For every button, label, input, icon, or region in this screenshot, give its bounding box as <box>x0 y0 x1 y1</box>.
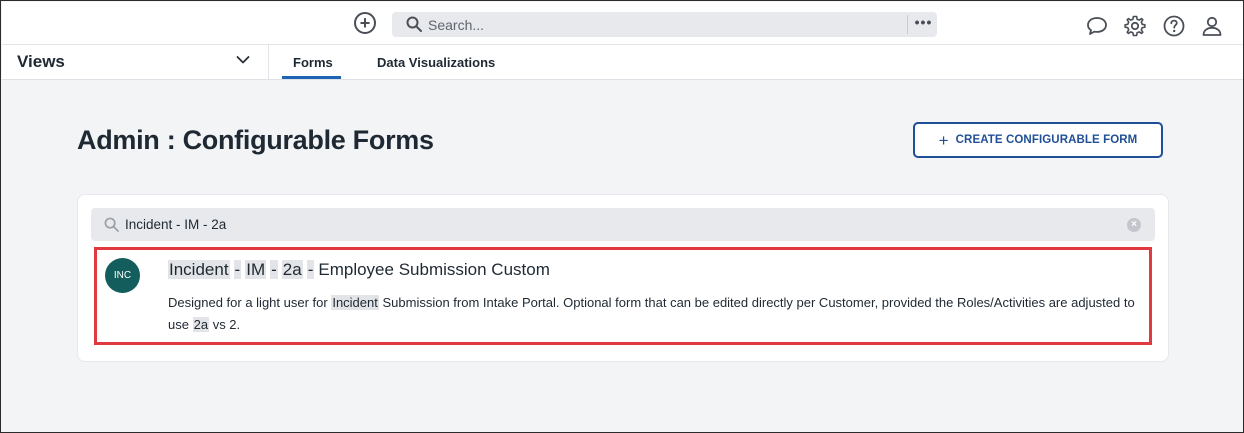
global-search: ••• <box>392 12 937 37</box>
clear-search-icon[interactable]: × <box>1127 218 1141 232</box>
search-divider <box>907 15 908 34</box>
desc-highlight: Incident <box>331 295 379 310</box>
title-highlight: Incident <box>168 260 230 279</box>
nav-bar: Views Forms Data Visualizations <box>2 45 1243 80</box>
add-icon[interactable]: + <box>354 12 376 34</box>
title-separator: - <box>233 260 242 279</box>
more-options-button[interactable]: ••• <box>910 12 937 37</box>
create-button-label: CREATE CONFIGURABLE FORM <box>955 134 1138 146</box>
title-highlight: 2a <box>281 260 303 279</box>
desc-text: Designed for a light user for <box>168 295 328 310</box>
active-tab-indicator <box>282 76 341 79</box>
avatar: INC <box>105 258 140 293</box>
tab-data-visualizations[interactable]: Data Visualizations <box>377 55 495 70</box>
title-highlight: IM <box>245 260 267 279</box>
views-label[interactable]: Views <box>17 52 65 72</box>
title-separator: - <box>306 260 315 279</box>
search-icon <box>104 217 119 232</box>
title-text: Employee Submission Custom <box>318 260 550 279</box>
forms-search-field[interactable]: Incident - IM - 2a × <box>91 208 1155 241</box>
app-window: + ••• Views <box>0 0 1244 433</box>
gear-icon[interactable] <box>1123 14 1147 38</box>
search-icon <box>406 16 422 32</box>
user-icon[interactable] <box>1200 14 1224 38</box>
plus-icon: + <box>938 130 949 150</box>
desc-highlight: 2a <box>192 317 210 332</box>
title-separator: - <box>270 260 278 279</box>
result-title[interactable]: Incident - IM -2a - Employee Submission Custo… <box>168 260 550 280</box>
desc-text: vs 2. <box>212 317 241 332</box>
nav-divider <box>268 45 269 80</box>
help-icon[interactable] <box>1162 14 1186 38</box>
top-bar: + ••• <box>2 2 1243 45</box>
create-configurable-form-button[interactable]: + CREATE CONFIGURABLE FORM <box>913 122 1163 158</box>
search-input[interactable] <box>428 14 888 35</box>
result-description: Designed for a light user for Incident S… <box>168 292 1148 336</box>
chevron-down-icon[interactable] <box>236 55 250 65</box>
page-title: Admin : Configurable Forms <box>77 125 434 155</box>
forms-search-query[interactable]: Incident - IM - 2a <box>125 217 226 232</box>
chat-icon[interactable] <box>1085 14 1109 38</box>
tab-forms[interactable]: Forms <box>293 55 333 70</box>
